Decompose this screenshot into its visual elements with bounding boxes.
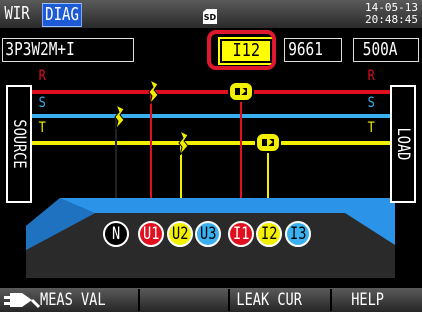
terminal-i3-label: I3 <box>289 224 307 244</box>
function-key-bar: MEAS VAL LEAK CUR HELP <box>0 288 422 312</box>
fkey-help-label: HELP <box>351 290 384 310</box>
fkey-blank[interactable] <box>140 289 230 311</box>
instrument-screen: WIR DIAG SD 14-05-13 20:48:45 3P3W2M+I 9… <box>0 0 422 312</box>
t-label-right: T <box>367 120 375 136</box>
s-label-left: S <box>38 95 46 111</box>
terminal-u2-label: U2 <box>171 224 189 244</box>
terminal-u1-label: U1 <box>142 224 160 244</box>
meter-plug-icon <box>4 293 40 309</box>
terminal-i1-label: I1 <box>232 224 250 244</box>
r-label-left: R <box>38 68 46 84</box>
source-label: SOURCE <box>9 119 29 169</box>
terminal-u3-label: U3 <box>199 224 217 244</box>
fkey-leak-cur[interactable]: LEAK CUR <box>230 289 332 311</box>
terminal-i2-label: I2 <box>260 224 278 244</box>
s-label-right: S <box>367 95 375 111</box>
clamp-sensor-icon <box>228 81 254 102</box>
load-label: LOAD <box>393 127 413 161</box>
terminal-i2: I2 <box>256 221 282 247</box>
terminal-u1: U1 <box>138 221 164 247</box>
wiring-diagram <box>26 78 395 278</box>
source-plate: SOURCE <box>6 85 32 203</box>
load-plate: LOAD <box>390 85 416 203</box>
fkey-meas-val[interactable]: MEAS VAL <box>0 289 140 311</box>
fkey-meas-val-label: MEAS VAL <box>40 290 106 310</box>
t-label-left: T <box>38 120 46 136</box>
terminal-i1: I1 <box>228 221 254 247</box>
fkey-leak-cur-label: LEAK CUR <box>236 290 302 310</box>
terminal-i3: I3 <box>285 221 311 247</box>
fkey-help[interactable]: HELP <box>332 289 422 311</box>
terminal-u2: U2 <box>167 221 193 247</box>
r-label-right: R <box>367 68 375 84</box>
terminal-n-label: N <box>111 224 121 244</box>
clamp-sensor-icon <box>255 132 281 153</box>
terminal-u3: U3 <box>195 221 221 247</box>
terminal-n: N <box>103 221 129 247</box>
